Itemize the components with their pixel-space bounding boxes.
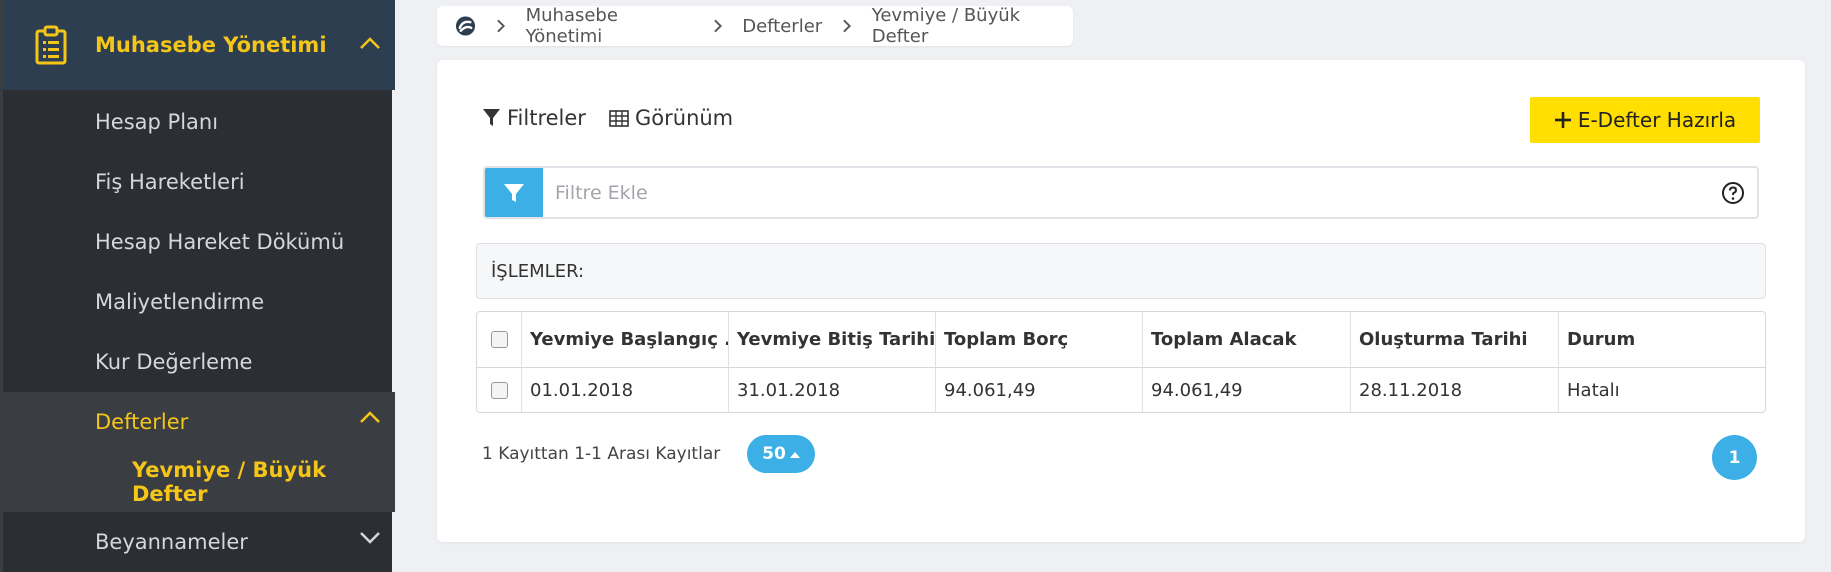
chevron-right-icon (497, 19, 506, 33)
sidebar-item-beyannameler[interactable]: Beyannameler (3, 512, 395, 572)
chevron-right-icon (713, 19, 722, 33)
edefter-label: E-Defter Hazırla (1577, 108, 1737, 132)
table-cell: 94.061,49 (936, 368, 1143, 412)
column-header[interactable]: Yevmiye Başlangıç ... (522, 312, 729, 367)
sidebar-item-label: Maliyetlendirme (95, 290, 265, 314)
sidebar-group-muhasebe[interactable]: Muhasebe Yönetimi (3, 0, 395, 90)
table-row[interactable]: 01.01.2018 31.01.2018 94.061,49 94.061,4… (477, 368, 1765, 412)
table-cell: 28.11.2018 (1351, 368, 1559, 412)
breadcrumb-link-defterler[interactable]: Defterler (742, 16, 822, 37)
filter-icon (504, 183, 524, 202)
chevron-up-icon (360, 37, 380, 49)
chevron-down-icon (360, 532, 380, 544)
view-label: Görünüm (635, 106, 734, 130)
column-header[interactable]: Yevmiye Bitiş Tarihi (729, 312, 936, 367)
caret-up-icon (789, 451, 800, 458)
home-logo-icon[interactable] (455, 15, 476, 37)
table-header-row: Yevmiye Başlangıç ... Yevmiye Bitiş Tari… (477, 312, 1765, 368)
filters-button[interactable]: Filtreler (482, 106, 586, 130)
status-cell: Hatalı (1567, 379, 1620, 401)
sidebar: Muhasebe Yönetimi Hesap Planı Fiş Hareke… (0, 0, 395, 572)
sidebar-subitem-yevmiye-buyuk-defter[interactable]: Yevmiye / Büyük Defter (3, 452, 395, 512)
records-summary: 1 Kayıttan 1-1 Arası Kayıtlar (482, 444, 721, 464)
column-header[interactable]: Oluşturma Tarihi (1351, 312, 1559, 367)
table-icon (609, 109, 629, 127)
sidebar-item-label: Hesap Hareket Dökümü (95, 230, 345, 254)
row-checkbox[interactable] (490, 381, 508, 399)
page-button-current[interactable]: 1 (1712, 435, 1757, 480)
breadcrumb: Muhasebe Yönetimi Defterler Yevmiye / Bü… (437, 5, 1073, 47)
column-header[interactable]: Toplam Borç (936, 312, 1143, 367)
header-select-cell (477, 312, 522, 367)
row-select-cell (477, 368, 522, 412)
page-size-value: 50 (762, 444, 786, 464)
sidebar-item-label: Kur Değerleme (95, 350, 253, 374)
main-card: Filtreler Görünüm E-Defter Hazırla Filtr… (437, 60, 1805, 542)
table-cell: 31.01.2018 (729, 368, 936, 412)
select-all-checkbox[interactable] (490, 331, 508, 348)
operations-bar: İŞLEMLER: (476, 243, 1766, 299)
sidebar-item-maliyetlendirme[interactable]: Maliyetlendirme (3, 272, 395, 332)
sidebar-header-title: Muhasebe Yönetimi (95, 33, 327, 57)
table-cell: 94.061,49 (1143, 368, 1351, 412)
ledger-table: Yevmiye Başlangıç ... Yevmiye Bitiş Tari… (476, 311, 1766, 413)
sidebar-item-label: Defterler (95, 410, 189, 434)
column-header[interactable]: Durum (1559, 312, 1765, 367)
clipboard-icon (35, 25, 67, 65)
sidebar-item-hesap-plani[interactable]: Hesap Planı (3, 92, 395, 152)
filter-icon (483, 109, 500, 126)
plus-icon (1554, 112, 1571, 128)
edefter-hazirla-button[interactable]: E-Defter Hazırla (1530, 97, 1760, 143)
sidebar-item-kur-degerleme[interactable]: Kur Değerleme (3, 332, 395, 392)
page-size-selector[interactable]: 50 (747, 435, 815, 473)
breadcrumb-link-muhasebe[interactable]: Muhasebe Yönetimi (526, 5, 693, 47)
help-icon[interactable] (1721, 181, 1745, 205)
operations-label: İŞLEMLER: (491, 260, 585, 282)
sidebar-item-label: Beyannameler (95, 530, 248, 554)
table-cell: 01.01.2018 (522, 368, 729, 412)
view-button[interactable]: Görünüm (609, 106, 733, 130)
sidebar-item-defterler[interactable]: Defterler (3, 392, 395, 452)
breadcrumb-current: Yevmiye / Büyük Defter (871, 5, 1021, 47)
column-header[interactable]: Toplam Alacak (1143, 312, 1351, 367)
filter-bar (483, 166, 1759, 219)
sidebar-item-fis-hareketleri[interactable]: Fiş Hareketleri (3, 152, 395, 212)
sidebar-item-label: Yevmiye / Büyük Defter (132, 458, 327, 506)
filter-input[interactable] (543, 168, 1721, 217)
chevron-right-icon (843, 19, 852, 33)
filter-apply-button[interactable] (485, 168, 543, 217)
filters-label: Filtreler (507, 106, 586, 130)
sidebar-item-label: Hesap Planı (95, 110, 219, 134)
chevron-up-icon (360, 411, 380, 423)
sidebar-item-label: Fiş Hareketleri (95, 170, 245, 194)
sidebar-item-hesap-hareket-dokumu[interactable]: Hesap Hareket Dökümü (3, 212, 395, 272)
